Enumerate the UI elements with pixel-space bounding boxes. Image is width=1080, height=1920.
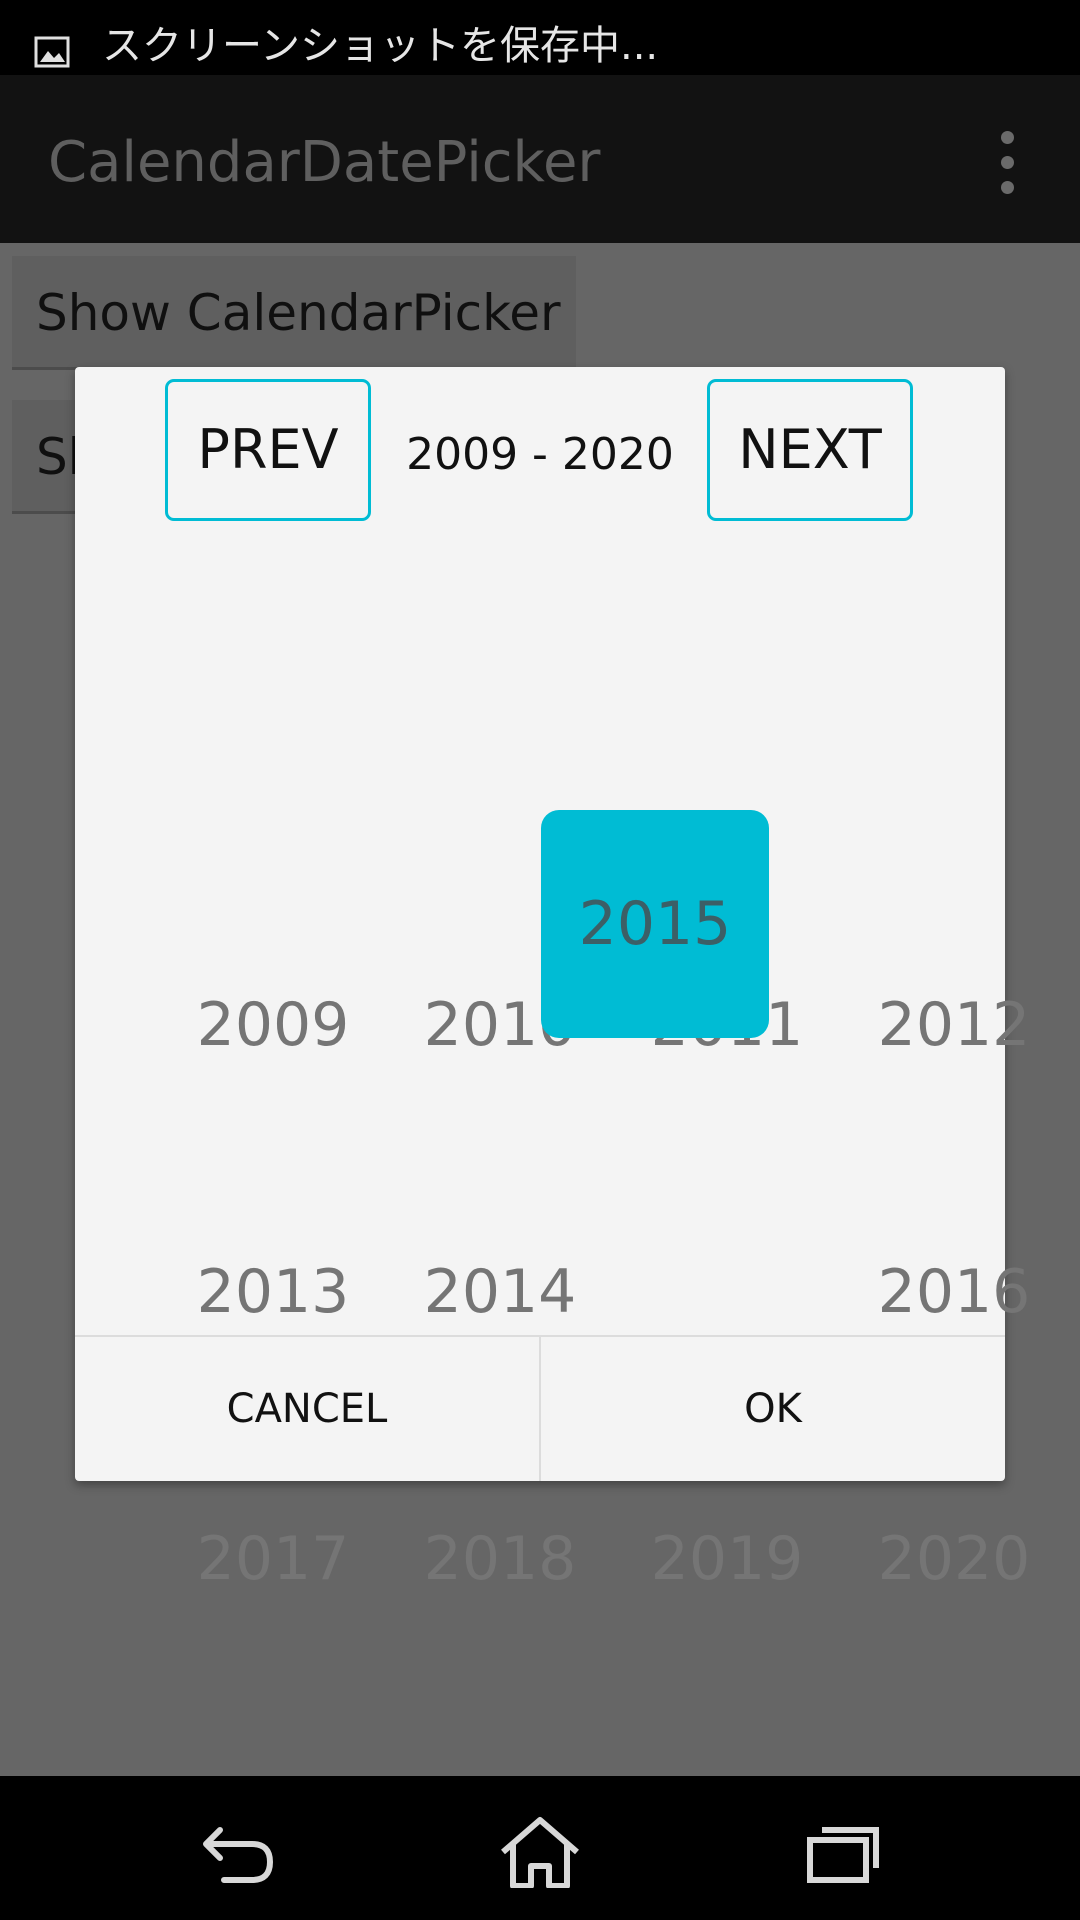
cancel-button[interactable]: CANCEL <box>75 1337 541 1481</box>
year-picker-dialog: PREV 2009 - 2020 NEXT 2009 2010 2011 201… <box>75 367 1030 1594</box>
recents-icon[interactable] <box>796 1816 886 1888</box>
notification-text: スクリーンショットを保存中... <box>102 23 659 69</box>
year-cell-2012[interactable]: 2012 <box>840 911 1068 1139</box>
app-title: CalendarDatePicker <box>48 130 601 195</box>
action-bar: CalendarDatePicker <box>0 75 1080 243</box>
status-bar: スクリーンショットを保存中... <box>0 0 1080 75</box>
back-icon[interactable] <box>196 1816 286 1888</box>
overflow-menu-icon[interactable] <box>990 131 1026 195</box>
ok-button[interactable]: OK <box>541 1337 1005 1481</box>
dialog-button-bar: CANCEL OK <box>75 1335 1005 1481</box>
home-icon[interactable] <box>495 1816 585 1888</box>
image-icon <box>34 36 70 68</box>
year-cell-2009[interactable]: 2009 <box>159 911 387 1139</box>
year-grid: 2009 2010 2011 2012 2013 2014 2015 2016 … <box>75 367 1030 1594</box>
year-cell-2015-selected[interactable]: 2015 <box>541 810 769 1038</box>
navigation-bar <box>0 1776 1080 1920</box>
show-calendar-picker-button[interactable]: Show CalendarPicker <box>12 256 576 370</box>
